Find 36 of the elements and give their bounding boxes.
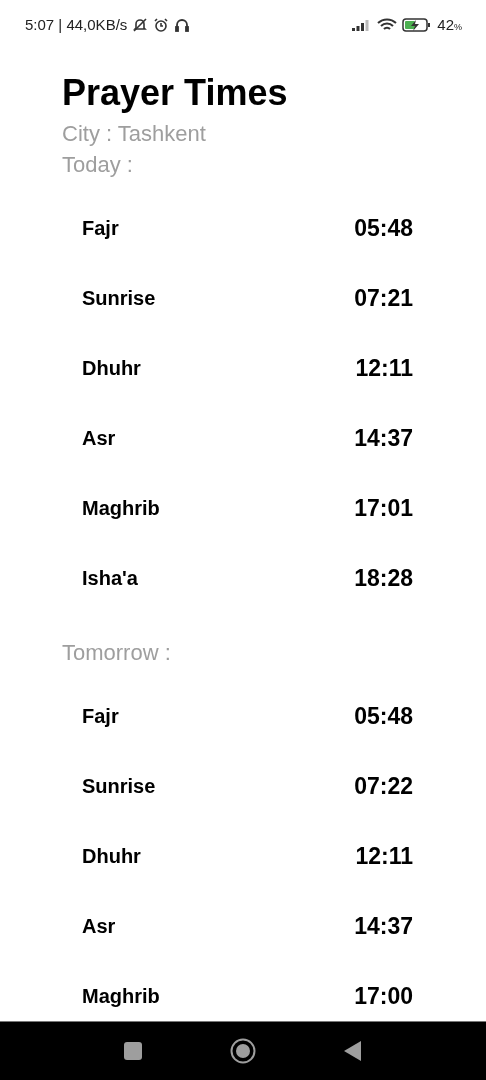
headphones-icon [174,17,191,33]
prayer-name: Asr [82,426,116,451]
prayer-time: 14:37 [354,423,413,453]
back-button[interactable] [344,1041,362,1061]
prayer-time: 05:48 [354,213,413,243]
wifi-icon [377,18,398,32]
prayer-name: Sunrise [82,774,156,799]
prayer-time: 18:28 [354,563,413,593]
battery-charging-icon [402,18,433,32]
home-button[interactable] [230,1038,256,1064]
prayer-time: 14:37 [354,911,413,941]
prayer-time: 05:48 [354,701,413,731]
prayer-name: Dhuhr [82,844,141,869]
prayer-time: 12:11 [355,841,413,871]
page-title: Prayer Times [62,71,289,115]
prayer-name: Fajr [82,704,119,729]
day-label: Today : [62,151,134,179]
battery-percent-sign: % [454,21,462,34]
prayer-time: 17:01 [354,493,413,523]
prayer-name: Dhuhr [82,356,141,381]
prayer-name: Isha'a [82,566,138,591]
prayer-time: 12:11 [355,353,413,383]
status-time: 5:07 | 44,0KB/s [25,14,128,35]
city-label: City : Tashkent [62,120,207,148]
prayer-name: Fajr [82,216,119,241]
prayer-time: 07:21 [354,283,413,313]
alarm-clock-icon [153,17,170,33]
muted-bell-icon [132,17,149,33]
day-label: Tomorrow : [62,639,172,667]
prayer-name: Maghrib [82,496,160,521]
prayer-name: Sunrise [82,286,156,311]
prayer-name: Asr [82,914,116,939]
prayer-name: Maghrib [82,984,160,1009]
prayer-time: 17:00 [354,981,413,1011]
prayer-time: 07:22 [354,771,413,801]
battery-percent: 42 [437,14,454,35]
